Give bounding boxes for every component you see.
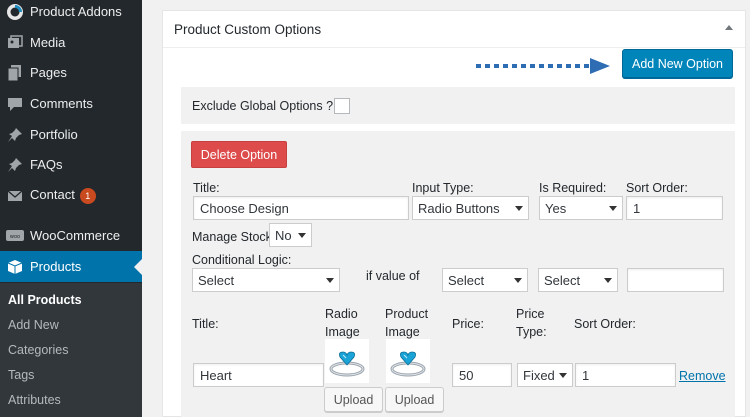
manage-stock-select[interactable]: No xyxy=(269,223,312,247)
input-type-value: Radio Buttons xyxy=(418,200,500,216)
conditional-option-select[interactable]: Select xyxy=(442,268,528,292)
manage-stock-value: No xyxy=(275,227,292,243)
price-type-header-line2: Type: xyxy=(516,325,547,339)
panel-title: Product Custom Options xyxy=(174,22,322,37)
remove-link[interactable]: Remove xyxy=(679,369,726,383)
conditional-value-value: Select xyxy=(544,272,581,288)
submenu-all-products[interactable]: All Products xyxy=(8,293,82,307)
pointer-arrow-icon xyxy=(476,58,610,74)
input-type-label: Input Type: xyxy=(412,181,474,195)
is-required-select[interactable]: Yes xyxy=(539,196,623,220)
title-label: Title: xyxy=(193,181,220,195)
is-required-value: Yes xyxy=(545,200,567,216)
sidebar-item-label: FAQs xyxy=(30,157,63,172)
sidebar-item-label: Media xyxy=(30,35,66,50)
if-value-of-label: if value of xyxy=(366,269,420,283)
price-type-header-line1: Price xyxy=(516,307,545,321)
add-new-option-button[interactable]: Add New Option xyxy=(622,49,733,78)
is-required-label: Is Required: xyxy=(539,181,607,195)
sidebar-item-label: Products xyxy=(30,259,82,274)
product-image-header-line1: Product xyxy=(385,307,429,321)
upload-radio-image-button[interactable]: Upload xyxy=(324,387,383,412)
sidebar-item-portfolio[interactable]: Portfolio xyxy=(0,119,142,150)
conditional-value-select[interactable]: Select xyxy=(538,268,618,292)
ring-image-icon xyxy=(329,351,365,377)
sidebar-item-products[interactable]: Products xyxy=(0,251,142,282)
panel-header[interactable]: Product Custom Options xyxy=(163,11,745,48)
sidebar-item-comments[interactable]: Comments xyxy=(0,88,142,119)
chevron-down-icon xyxy=(604,278,612,283)
price-type-value: Fixed xyxy=(523,367,555,383)
conditional-logic-select[interactable]: Select xyxy=(192,268,340,292)
sidebar-item-label: Product Addons xyxy=(30,4,122,19)
sort-order-input[interactable]: 1 xyxy=(626,196,723,220)
chevron-down-icon xyxy=(559,373,567,378)
submenu-attributes[interactable]: Attributes xyxy=(8,393,61,407)
sort-order-label: Sort Order: xyxy=(626,181,688,195)
sidebar-item-label: Portfolio xyxy=(30,127,78,142)
chevron-down-icon xyxy=(298,233,306,238)
submenu-categories[interactable]: Categories xyxy=(8,343,68,357)
sidebar-item-contact[interactable]: Contact 1 xyxy=(0,180,142,211)
radio-image-header-line2: Image xyxy=(325,325,360,339)
sidebar-item-media[interactable]: Media xyxy=(0,27,142,58)
product-addons-icon xyxy=(6,3,24,21)
submenu-add-new[interactable]: Add New xyxy=(8,318,59,332)
radio-image-thumbnail xyxy=(325,339,369,383)
exclude-global-label: Exclude Global Options ? xyxy=(192,99,334,113)
contact-icon xyxy=(6,187,24,205)
ring-image-icon xyxy=(390,351,426,377)
input-type-select[interactable]: Radio Buttons xyxy=(412,196,529,220)
chevron-down-icon xyxy=(514,278,522,283)
chevron-down-icon xyxy=(609,206,617,211)
chevron-down-icon xyxy=(515,206,523,211)
sidebar-item-label: Pages xyxy=(30,65,67,80)
product-image-header-line2: Image xyxy=(385,325,420,339)
conditional-logic-value: Select xyxy=(198,272,235,288)
delete-option-button[interactable]: Delete Option xyxy=(191,141,287,168)
radio-image-header-line1: Radio xyxy=(325,307,358,321)
svg-text:woo: woo xyxy=(10,234,20,240)
upload-product-image-button[interactable]: Upload xyxy=(385,387,444,412)
product-image-thumbnail xyxy=(386,339,430,383)
conditional-text-input[interactable] xyxy=(627,268,724,292)
conditional-option-value: Select xyxy=(448,272,485,288)
manage-stock-label: Manage Stock xyxy=(192,230,272,244)
price-type-select[interactable]: Fixed xyxy=(517,363,573,387)
row-title-header: Title: xyxy=(192,317,219,331)
faqs-icon xyxy=(6,156,24,174)
sidebar-item-label: Contact xyxy=(30,187,75,203)
sidebar-item-product-addons[interactable]: Product Addons xyxy=(0,0,142,27)
sidebar-item-pages[interactable]: Pages xyxy=(0,57,142,88)
sidebar-item-faqs[interactable]: FAQs xyxy=(0,149,142,180)
price-input[interactable]: 50 xyxy=(452,363,512,387)
pages-icon xyxy=(6,64,24,82)
sidebar-item-label: WooCommerce xyxy=(30,228,121,243)
conditional-logic-label: Conditional Logic: xyxy=(192,253,292,267)
portfolio-icon xyxy=(6,126,24,144)
option-title-input[interactable]: Choose Design xyxy=(193,196,409,220)
row-sort-order-header: Sort Order: xyxy=(574,317,636,331)
media-icon xyxy=(6,34,24,52)
submenu-tags[interactable]: Tags xyxy=(8,368,34,382)
chevron-down-icon xyxy=(326,278,334,283)
woocommerce-icon: woo xyxy=(6,227,24,245)
admin-sidebar: Product Addons Media Pages Comments Port… xyxy=(0,0,142,417)
value-sort-order-input[interactable]: 1 xyxy=(575,363,676,387)
comments-icon xyxy=(6,95,24,113)
exclude-global-checkbox[interactable] xyxy=(334,98,350,114)
notification-badge: 1 xyxy=(79,187,96,204)
price-header: Price: xyxy=(452,317,484,331)
sidebar-item-woocommerce[interactable]: woo WooCommerce xyxy=(0,220,142,251)
value-title-input[interactable]: Heart xyxy=(193,363,324,387)
products-submenu: All Products Add New Categories Tags Att… xyxy=(0,283,142,417)
products-icon xyxy=(6,258,24,276)
collapse-arrow-icon[interactable] xyxy=(725,25,733,30)
sidebar-item-label: Comments xyxy=(30,96,93,111)
